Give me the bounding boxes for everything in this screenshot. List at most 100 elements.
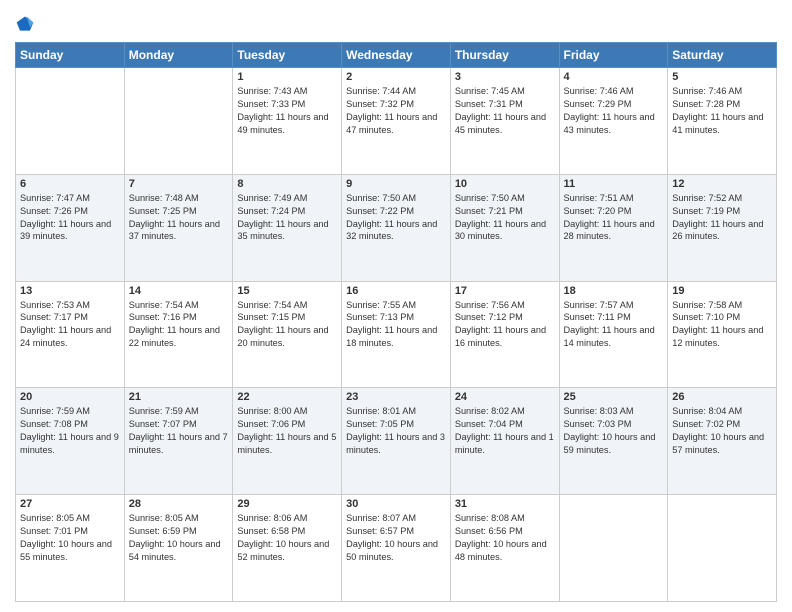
week-row-2: 6Sunrise: 7:47 AM Sunset: 7:26 PM Daylig… bbox=[16, 174, 777, 281]
day-info: Sunrise: 8:02 AM Sunset: 7:04 PM Dayligh… bbox=[455, 405, 555, 457]
day-number: 23 bbox=[346, 391, 446, 403]
week-row-5: 27 Sunrise: 8:05 AM Sunset: 7:01 PM Dayli… bbox=[16, 495, 777, 602]
day-info: Sunrise: 7:52 AM Sunset: 7:19 PM Dayligh… bbox=[672, 192, 772, 244]
calendar-cell: 24 Sunrise: 8:02 AM Sunset: 7:04 PM Dayli… bbox=[450, 388, 559, 495]
calendar-cell: 26 Sunrise: 8:04 AM Sunset: 7:02 PM Dayli… bbox=[668, 388, 777, 495]
calendar-header: SundayMondayTuesdayWednesdayThursdayFrid… bbox=[16, 43, 777, 68]
day-number: 21 bbox=[129, 391, 229, 403]
weekday-tuesday: Tuesday bbox=[233, 43, 342, 68]
header bbox=[15, 10, 777, 34]
day-number: 22 bbox=[237, 391, 337, 403]
week-row-3: 13 Sunrise: 7:53 AM Sunset: 7:17 PM Dayli… bbox=[16, 281, 777, 388]
day-number: 13 bbox=[20, 285, 120, 297]
day-number: 10 bbox=[455, 178, 555, 190]
weekday-thursday: Thursday bbox=[450, 43, 559, 68]
day-number: 25 bbox=[564, 391, 664, 403]
day-info: Sunrise: 7:43 AM Sunset: 7:33 PM Dayligh… bbox=[237, 85, 337, 137]
calendar-cell bbox=[16, 68, 125, 175]
calendar-cell: 17 Sunrise: 7:56 AM Sunset: 7:12 PM Dayli… bbox=[450, 281, 559, 388]
calendar-cell: 25 Sunrise: 8:03 AM Sunset: 7:03 PM Dayli… bbox=[559, 388, 668, 495]
day-info: Sunrise: 7:54 AM Sunset: 7:16 PM Dayligh… bbox=[129, 299, 229, 351]
day-number: 14 bbox=[129, 285, 229, 297]
day-info: Sunrise: 8:06 AM Sunset: 6:58 PM Dayligh… bbox=[237, 512, 337, 564]
day-number: 11 bbox=[564, 178, 664, 190]
calendar-cell: 19Sunrise: 7:58 AM Sunset: 7:10 PM Dayli… bbox=[668, 281, 777, 388]
calendar-cell: 3Sunrise: 7:45 AM Sunset: 7:31 PM Daylig… bbox=[450, 68, 559, 175]
day-number: 5 bbox=[672, 71, 772, 83]
calendar-cell: 14 Sunrise: 7:54 AM Sunset: 7:16 PM Dayli… bbox=[124, 281, 233, 388]
day-info: Sunrise: 7:46 AM Sunset: 7:29 PM Dayligh… bbox=[564, 85, 664, 137]
calendar: SundayMondayTuesdayWednesdayThursdayFrid… bbox=[15, 42, 777, 602]
day-info: Sunrise: 8:03 AM Sunset: 7:03 PM Dayligh… bbox=[564, 405, 664, 457]
day-number: 20 bbox=[20, 391, 120, 403]
day-info: Sunrise: 8:07 AM Sunset: 6:57 PM Dayligh… bbox=[346, 512, 446, 564]
calendar-cell bbox=[124, 68, 233, 175]
calendar-cell: 8 Sunrise: 7:49 AM Sunset: 7:24 PM Daylig… bbox=[233, 174, 342, 281]
day-info: Sunrise: 7:48 AM Sunset: 7:25 PM Dayligh… bbox=[129, 192, 229, 244]
calendar-cell: 5 Sunrise: 7:46 AM Sunset: 7:28 PM Daylig… bbox=[668, 68, 777, 175]
day-number: 7 bbox=[129, 178, 229, 190]
day-info: Sunrise: 7:56 AM Sunset: 7:12 PM Dayligh… bbox=[455, 299, 555, 351]
weekday-friday: Friday bbox=[559, 43, 668, 68]
day-number: 1 bbox=[237, 71, 337, 83]
week-row-1: 1 Sunrise: 7:43 AM Sunset: 7:33 PM Daylig… bbox=[16, 68, 777, 175]
day-number: 3 bbox=[455, 71, 555, 83]
calendar-cell: 18 Sunrise: 7:57 AM Sunset: 7:11 PM Dayli… bbox=[559, 281, 668, 388]
day-info: Sunrise: 8:05 AM Sunset: 6:59 PM Dayligh… bbox=[129, 512, 229, 564]
calendar-cell: 10 Sunrise: 7:50 AM Sunset: 7:21 PM Dayli… bbox=[450, 174, 559, 281]
day-number: 15 bbox=[237, 285, 337, 297]
calendar-cell: 1 Sunrise: 7:43 AM Sunset: 7:33 PM Daylig… bbox=[233, 68, 342, 175]
calendar-cell: 28 Sunrise: 8:05 AM Sunset: 6:59 PM Dayli… bbox=[124, 495, 233, 602]
day-number: 19 bbox=[672, 285, 772, 297]
calendar-cell bbox=[559, 495, 668, 602]
day-number: 28 bbox=[129, 498, 229, 510]
calendar-cell: 30 Sunrise: 8:07 AM Sunset: 6:57 PM Dayli… bbox=[342, 495, 451, 602]
calendar-cell: 22Sunrise: 8:00 AM Sunset: 7:06 PM Dayli… bbox=[233, 388, 342, 495]
day-info: Sunrise: 8:08 AM Sunset: 6:56 PM Dayligh… bbox=[455, 512, 555, 564]
calendar-cell: 11 Sunrise: 7:51 AM Sunset: 7:20 PM Dayli… bbox=[559, 174, 668, 281]
day-number: 27 bbox=[20, 498, 120, 510]
calendar-cell bbox=[668, 495, 777, 602]
day-number: 12 bbox=[672, 178, 772, 190]
weekday-wednesday: Wednesday bbox=[342, 43, 451, 68]
day-number: 24 bbox=[455, 391, 555, 403]
logo-icon bbox=[15, 14, 35, 34]
weekday-saturday: Saturday bbox=[668, 43, 777, 68]
day-info: Sunrise: 7:51 AM Sunset: 7:20 PM Dayligh… bbox=[564, 192, 664, 244]
calendar-cell: 6Sunrise: 7:47 AM Sunset: 7:26 PM Daylig… bbox=[16, 174, 125, 281]
day-info: Sunrise: 7:57 AM Sunset: 7:11 PM Dayligh… bbox=[564, 299, 664, 351]
weekday-header-row: SundayMondayTuesdayWednesdayThursdayFrid… bbox=[16, 43, 777, 68]
day-info: Sunrise: 7:50 AM Sunset: 7:21 PM Dayligh… bbox=[455, 192, 555, 244]
logo bbox=[15, 14, 37, 34]
day-info: Sunrise: 7:44 AM Sunset: 7:32 PM Dayligh… bbox=[346, 85, 446, 137]
day-number: 17 bbox=[455, 285, 555, 297]
calendar-cell: 23 Sunrise: 8:01 AM Sunset: 7:05 PM Dayli… bbox=[342, 388, 451, 495]
calendar-cell: 21Sunrise: 7:59 AM Sunset: 7:07 PM Dayli… bbox=[124, 388, 233, 495]
calendar-cell: 16Sunrise: 7:55 AM Sunset: 7:13 PM Dayli… bbox=[342, 281, 451, 388]
day-number: 30 bbox=[346, 498, 446, 510]
calendar-cell: 12 Sunrise: 7:52 AM Sunset: 7:19 PM Dayli… bbox=[668, 174, 777, 281]
calendar-cell: 15 Sunrise: 7:54 AM Sunset: 7:15 PM Dayli… bbox=[233, 281, 342, 388]
calendar-cell: 7 Sunrise: 7:48 AM Sunset: 7:25 PM Daylig… bbox=[124, 174, 233, 281]
day-info: Sunrise: 7:59 AM Sunset: 7:08 PM Dayligh… bbox=[20, 405, 120, 457]
day-info: Sunrise: 7:49 AM Sunset: 7:24 PM Dayligh… bbox=[237, 192, 337, 244]
day-info: Sunrise: 7:46 AM Sunset: 7:28 PM Dayligh… bbox=[672, 85, 772, 137]
day-info: Sunrise: 7:53 AM Sunset: 7:17 PM Dayligh… bbox=[20, 299, 120, 351]
day-number: 2 bbox=[346, 71, 446, 83]
weekday-monday: Monday bbox=[124, 43, 233, 68]
day-number: 8 bbox=[237, 178, 337, 190]
week-row-4: 20 Sunrise: 7:59 AM Sunset: 7:08 PM Dayli… bbox=[16, 388, 777, 495]
weekday-sunday: Sunday bbox=[16, 43, 125, 68]
day-info: Sunrise: 8:01 AM Sunset: 7:05 PM Dayligh… bbox=[346, 405, 446, 457]
day-info: Sunrise: 8:05 AM Sunset: 7:01 PM Dayligh… bbox=[20, 512, 120, 564]
day-number: 18 bbox=[564, 285, 664, 297]
calendar-cell: 20 Sunrise: 7:59 AM Sunset: 7:08 PM Dayli… bbox=[16, 388, 125, 495]
day-number: 29 bbox=[237, 498, 337, 510]
day-info: Sunrise: 8:04 AM Sunset: 7:02 PM Dayligh… bbox=[672, 405, 772, 457]
day-number: 26 bbox=[672, 391, 772, 403]
day-number: 9 bbox=[346, 178, 446, 190]
day-number: 16 bbox=[346, 285, 446, 297]
day-info: Sunrise: 7:54 AM Sunset: 7:15 PM Dayligh… bbox=[237, 299, 337, 351]
calendar-cell: 13 Sunrise: 7:53 AM Sunset: 7:17 PM Dayli… bbox=[16, 281, 125, 388]
calendar-cell: 4Sunrise: 7:46 AM Sunset: 7:29 PM Daylig… bbox=[559, 68, 668, 175]
